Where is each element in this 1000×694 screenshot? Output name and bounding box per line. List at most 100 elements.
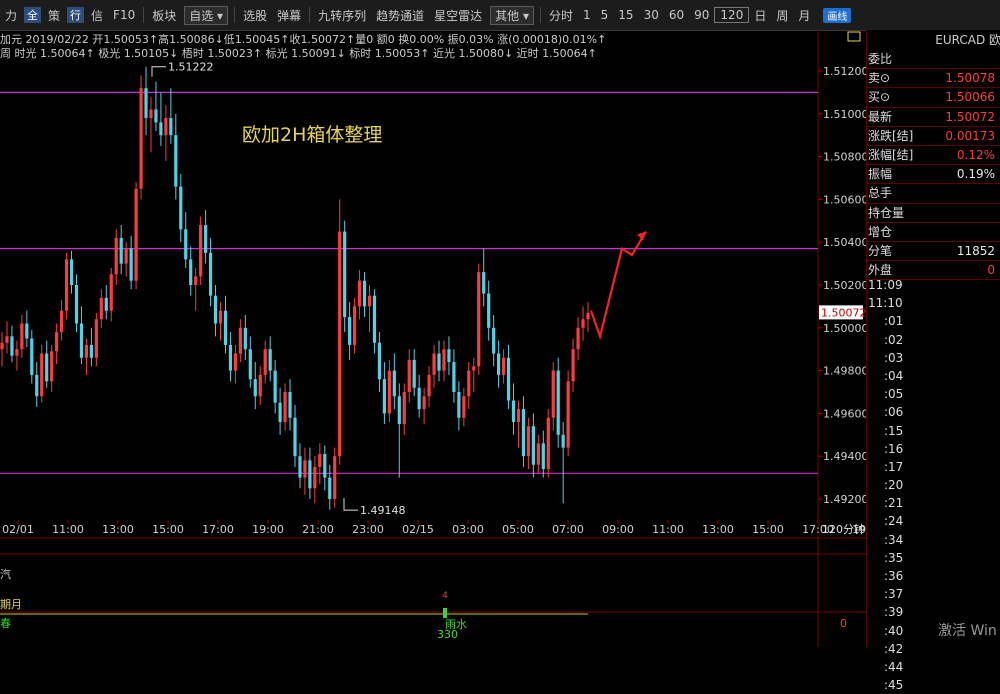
quote-label: 买⊙ <box>868 90 891 105</box>
candle-body <box>437 353 441 371</box>
candle-body <box>323 454 327 478</box>
candle-body <box>283 392 287 422</box>
period-60[interactable]: 60 <box>664 8 689 22</box>
time-tick-label: 13:00 <box>702 523 734 536</box>
toolbar-item-5[interactable]: F10 <box>108 8 140 22</box>
period-分时[interactable]: 分时 <box>544 7 578 24</box>
toolbar-tab-3[interactable]: 行 <box>67 7 85 23</box>
candle-body <box>372 295 377 343</box>
candle-body <box>328 477 332 499</box>
time-tick-label: 13:00 <box>102 523 134 536</box>
chart-area[interactable]: 1.51200 1.51000 1.50800 1.50600 1.50400 1.502… <box>0 30 866 647</box>
toolbar-dropdown-7[interactable]: 自选 ▾ <box>184 5 229 25</box>
toolbar-item-8[interactable]: 选股 <box>238 7 272 24</box>
toolbar-item-12[interactable]: 星空雷达 <box>429 7 487 24</box>
candle-body <box>467 370 471 397</box>
quote-value: 0.00173 <box>945 128 995 143</box>
tick-time-item: :37 <box>884 587 904 602</box>
period-label: 120分钟 <box>822 522 865 536</box>
time-tick-label: 03:00 <box>452 523 484 536</box>
time-tick-label: 15:00 <box>152 523 184 536</box>
draw-line-button[interactable]: 画线 <box>823 7 852 23</box>
subpanel-label: 汽 <box>0 567 11 581</box>
candle-body <box>571 349 575 382</box>
period-15[interactable]: 15 <box>613 8 638 22</box>
period-5[interactable]: 5 <box>596 8 614 22</box>
candle-body <box>94 319 98 358</box>
candle-body <box>99 297 103 320</box>
tick-time-item: :44 <box>884 659 904 674</box>
candle-body <box>84 344 89 358</box>
candle-body <box>377 342 382 380</box>
time-tick-label: 07:00 <box>552 523 584 536</box>
toolbar-item-4[interactable]: 信 <box>86 7 108 24</box>
candle-body <box>50 351 54 382</box>
candle-body <box>566 381 570 448</box>
price-tick-label: 1.49400 <box>823 450 866 463</box>
candle-body <box>64 259 69 311</box>
tick-time-item: :05 <box>884 387 904 402</box>
candle-body <box>169 118 173 136</box>
candle-body <box>561 434 565 448</box>
quote-label: 最新 <box>868 109 893 124</box>
tick-time-item: :17 <box>884 459 904 474</box>
toolbar-separator <box>234 7 236 23</box>
price-tick-label: 1.49800 <box>823 365 866 378</box>
quote-row: 委比 <box>867 50 1000 70</box>
candle-body <box>194 276 198 285</box>
candle-body <box>74 285 79 324</box>
candle-body <box>313 466 317 489</box>
toolbar-item-9[interactable]: 弹幕 <box>272 7 306 24</box>
candle-body <box>576 327 580 350</box>
period-月[interactable]: 月 <box>793 7 815 24</box>
price-tick-label: 1.50600 <box>823 193 866 206</box>
period-日[interactable]: 日 <box>749 7 771 24</box>
quote-label: 振幅 <box>868 167 893 182</box>
period-1[interactable]: 1 <box>578 8 596 22</box>
period-120[interactable]: 120 <box>714 7 750 23</box>
candle-body <box>387 370 391 414</box>
toolbar-item-10[interactable]: 九转序列 <box>313 7 371 24</box>
time-tick-label: 02/01 <box>2 523 34 536</box>
quote-row: 卖⊙ 1.50078 <box>867 69 1000 89</box>
toolbar-separator <box>540 7 541 23</box>
period-周[interactable]: 周 <box>771 7 793 24</box>
candle-body <box>139 88 143 189</box>
quote-label: 持仓量 <box>868 205 905 220</box>
quote-value: 11852 <box>956 243 995 258</box>
candle-body <box>228 344 233 371</box>
candle-body <box>144 88 148 119</box>
toolbar-tab-1[interactable]: 全 <box>24 7 42 23</box>
candle-body <box>402 392 406 425</box>
candle-body <box>104 297 108 311</box>
candle-body <box>511 400 516 422</box>
candle-body <box>432 353 436 375</box>
quote-row: 涨跌[结] 0.00173 <box>867 127 1000 146</box>
toolbar-item-11[interactable]: 趋势通道 <box>371 7 429 24</box>
tick-time-item: :16 <box>884 441 904 456</box>
tick-time-item: 11:10 <box>868 296 903 311</box>
period-30[interactable]: 30 <box>639 8 664 22</box>
candle-body <box>69 259 74 285</box>
candle-body <box>149 109 153 119</box>
quote-panel: EURCAD 欧 委比 卖⊙ 1.50078 买⊙ 1.50066 最新 1.50072 涨跌… <box>866 30 1000 692</box>
toolbar-item-6[interactable]: 板块 <box>147 7 181 24</box>
price-tick-label: 1.49600 <box>823 407 866 420</box>
candle-body <box>189 259 193 285</box>
subpanel-number-label: 330 <box>437 628 458 641</box>
candle-body <box>556 370 560 435</box>
toolbar-item-2[interactable]: 策 <box>43 7 65 24</box>
candle-body <box>288 392 292 418</box>
toolbar-dropdown-13[interactable]: 其他 ▾ <box>490 5 534 25</box>
candle-body <box>238 327 242 354</box>
quote-row: 持仓量 <box>867 204 1000 223</box>
candle-body <box>392 370 396 397</box>
tick-time-item: :03 <box>884 350 904 365</box>
candle-body <box>55 332 59 352</box>
toolbar-item-0[interactable]: 力 <box>0 7 22 24</box>
low-price-label: 1.49148 <box>360 504 406 517</box>
candle-body <box>134 188 138 281</box>
candle-body <box>586 312 590 320</box>
period-90[interactable]: 90 <box>689 8 714 22</box>
candle-body <box>412 359 416 388</box>
